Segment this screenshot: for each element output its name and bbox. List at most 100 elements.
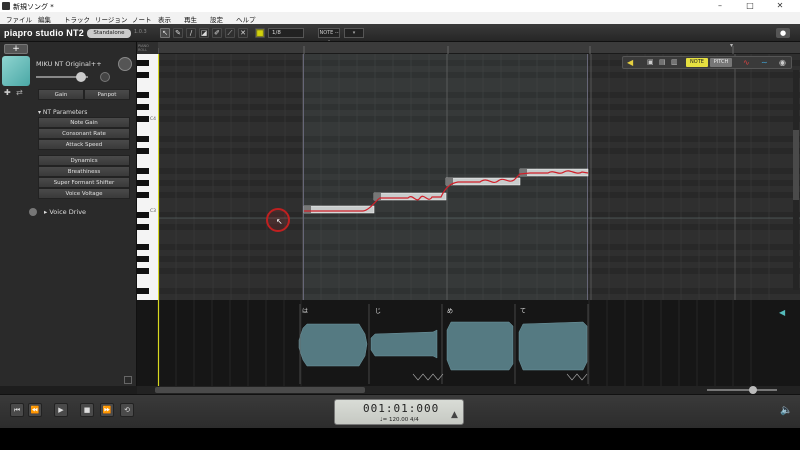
- zoom-slider[interactable]: [707, 389, 777, 391]
- tempo-signature[interactable]: ♩= 120.00 4/4: [380, 417, 419, 423]
- loop-icon[interactable]: ⟲: [120, 403, 134, 417]
- horizontal-scrollbar[interactable]: [137, 386, 800, 394]
- waveform-te[interactable]: [518, 321, 588, 371]
- add-track-button[interactable]: +: [4, 44, 28, 54]
- grid-snap-icon[interactable]: ▦: [255, 28, 265, 38]
- black-key[interactable]: [137, 136, 149, 142]
- bottom-bar: [0, 428, 800, 450]
- black-key[interactable]: [137, 212, 149, 218]
- black-key[interactable]: [137, 116, 149, 122]
- menu-play[interactable]: 再生: [184, 14, 197, 24]
- voice-drive-toggle[interactable]: [29, 208, 37, 216]
- note-view-button[interactable]: NOTE: [686, 58, 708, 67]
- knife-tool-icon[interactable]: ⟋: [225, 28, 235, 38]
- menu-note[interactable]: ノート: [132, 14, 152, 24]
- close-button[interactable]: ✕: [770, 1, 790, 11]
- black-key[interactable]: [137, 244, 149, 250]
- pencil-tool-icon[interactable]: ✎: [173, 28, 183, 38]
- snap-select[interactable]: 1/8: [268, 28, 304, 38]
- volume-icon[interactable]: 🔈: [780, 405, 792, 416]
- zoom-slider-thumb[interactable]: [749, 386, 757, 394]
- ruler-marker-icon[interactable]: ▾: [730, 42, 733, 49]
- black-key[interactable]: [137, 60, 149, 66]
- wave-view-icon[interactable]: ∼: [761, 58, 768, 67]
- maximize-button[interactable]: □: [740, 1, 760, 11]
- param-attack-speed[interactable]: Attack Speed: [38, 139, 130, 150]
- black-key[interactable]: [137, 72, 149, 78]
- vertical-scrollbar[interactable]: [793, 70, 799, 290]
- eraser-tool-icon[interactable]: ◪: [199, 28, 209, 38]
- singer-avatar[interactable]: [2, 56, 30, 86]
- black-key[interactable]: [137, 168, 149, 174]
- pointer-tool-icon[interactable]: ↖: [160, 28, 170, 38]
- menu-region[interactable]: リージョン: [95, 14, 127, 24]
- param-note-gain[interactable]: Note Gain: [38, 117, 130, 128]
- waveform-track[interactable]: は じ め て ◀: [137, 300, 800, 386]
- note-extra-select[interactable]: ▾: [344, 28, 364, 38]
- vertical-scroll-thumb[interactable]: [793, 130, 799, 200]
- effect-dynamics[interactable]: Dynamics: [38, 155, 130, 166]
- black-key[interactable]: [137, 104, 149, 110]
- black-key[interactable]: [137, 180, 149, 186]
- volume-slider-thumb[interactable]: [76, 72, 86, 82]
- note-ha[interactable]: [303, 205, 375, 214]
- effect-breathiness[interactable]: Breathiness: [38, 166, 130, 177]
- rewind-icon[interactable]: ⏪: [28, 403, 42, 417]
- snap-toggle-icon[interactable]: ▣: [647, 58, 654, 66]
- piano-keyboard[interactable]: C4 C3: [137, 54, 158, 300]
- menu-track[interactable]: トラック: [64, 14, 90, 24]
- play-icon[interactable]: ▶: [54, 403, 68, 417]
- black-key[interactable]: [137, 256, 149, 262]
- effect-voice-voltage[interactable]: Voice Voltage: [38, 188, 130, 199]
- pan-knob[interactable]: [118, 57, 132, 71]
- fade-marker-2[interactable]: [566, 373, 588, 381]
- gain-button[interactable]: Gain: [38, 89, 84, 100]
- gear-icon[interactable]: ●: [776, 28, 790, 38]
- param-consonant-rate[interactable]: Consonant Rate: [38, 128, 130, 139]
- pitch-curve[interactable]: [304, 170, 589, 212]
- black-key[interactable]: [137, 288, 149, 294]
- grid-toggle-icon[interactable]: ▤: [659, 58, 666, 66]
- black-key[interactable]: [137, 268, 149, 274]
- lock-icon[interactable]: ▥: [671, 58, 678, 66]
- waveform-me[interactable]: [446, 321, 514, 371]
- nt-parameters-header[interactable]: ▾ NT Parameters: [38, 109, 87, 116]
- metronome-icon[interactable]: ▲: [451, 410, 458, 420]
- add-icon[interactable]: ✚: [4, 88, 11, 97]
- menu-edit[interactable]: 編集: [38, 14, 51, 24]
- go-to-start-icon[interactable]: ⏮: [10, 403, 24, 417]
- fade-marker-1[interactable]: [412, 373, 444, 381]
- horizontal-scroll-thumb[interactable]: [155, 387, 365, 393]
- menu-settings[interactable]: 設定: [210, 14, 223, 24]
- stop-icon[interactable]: ■: [80, 403, 94, 417]
- marker-arrow-icon[interactable]: ◀: [779, 308, 785, 317]
- pitch-draw-icon[interactable]: ∿: [743, 58, 750, 67]
- waveform-ji[interactable]: [370, 329, 438, 359]
- cross-tool-icon[interactable]: ✕: [238, 28, 248, 38]
- note-length-select[interactable]: NOTE ---: [318, 28, 340, 44]
- black-key[interactable]: [137, 224, 149, 230]
- black-key[interactable]: [137, 148, 149, 154]
- menu-file[interactable]: ファイル: [6, 14, 32, 24]
- mode-badge[interactable]: Standalone: [87, 29, 131, 38]
- fast-forward-icon[interactable]: ⏩: [100, 403, 114, 417]
- small-knob[interactable]: [100, 72, 110, 82]
- panpot-button[interactable]: Panpot: [84, 89, 130, 100]
- menu-view[interactable]: 表示: [158, 14, 171, 24]
- menu-help[interactable]: ヘルプ: [236, 14, 256, 24]
- brush-tool-icon[interactable]: ✐: [212, 28, 222, 38]
- timeline-ruler[interactable]: ▾: [157, 42, 800, 54]
- piano-roll-editor[interactable]: ↖: [158, 54, 800, 300]
- minimize-button[interactable]: –: [710, 1, 730, 11]
- voice-drive-label[interactable]: ▸ Voice Drive: [44, 208, 86, 216]
- pitch-view-button[interactable]: PITCH: [710, 58, 732, 67]
- zoom-icon[interactable]: ◉: [779, 58, 786, 67]
- black-key[interactable]: [137, 92, 149, 98]
- switch-icon[interactable]: ⇄: [16, 88, 23, 97]
- effect-super-formant-shifter[interactable]: Super Formant Shifter: [38, 177, 130, 188]
- waveform-ha[interactable]: [298, 323, 368, 367]
- panel-resize-icon[interactable]: [124, 376, 132, 384]
- black-key[interactable]: [137, 192, 149, 198]
- line-tool-icon[interactable]: /: [186, 28, 196, 38]
- speaker-icon[interactable]: ◀: [627, 58, 633, 67]
